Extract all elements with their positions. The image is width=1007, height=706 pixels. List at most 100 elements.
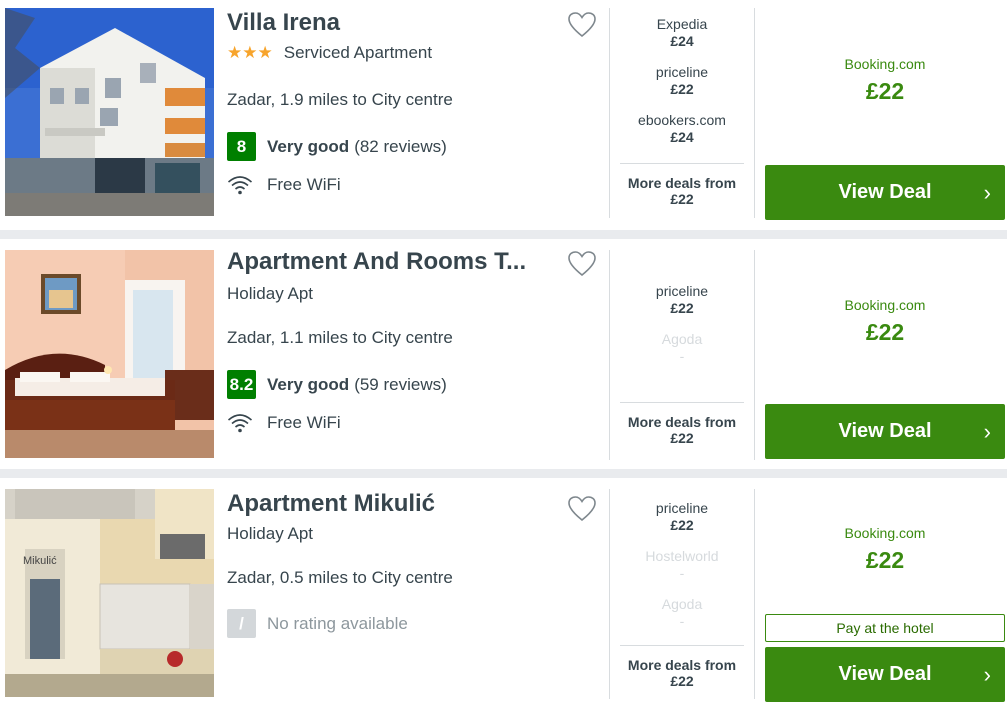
rating-label: No rating available — [267, 613, 408, 633]
amenity: Free WiFi — [227, 175, 341, 195]
deals-list: priceline £22 Agoda - — [620, 275, 744, 371]
rating-score-badge: 8.2 — [227, 370, 256, 399]
divider — [609, 250, 610, 460]
heart-icon[interactable] — [568, 12, 596, 38]
deal-price: £22 — [670, 300, 694, 316]
more-deals-price: £22 — [670, 673, 694, 689]
hotel-type: Holiday Apt — [227, 524, 313, 543]
more-deals-link[interactable]: More deals from £22 — [620, 645, 744, 689]
deal-item[interactable]: priceline £22 — [620, 492, 744, 540]
hotel-name[interactable]: Apartment Mikulić — [227, 490, 552, 518]
deal-item[interactable]: ebookers.com £24 — [620, 104, 744, 152]
heart-icon[interactable] — [568, 496, 596, 522]
hotel-subtitle: Holiday Apt — [227, 524, 313, 544]
rating-score-badge: 8 — [227, 132, 256, 161]
deal-provider: Agoda — [661, 596, 703, 612]
deal-provider: priceline — [655, 500, 709, 516]
view-deal-button[interactable]: View Deal › — [765, 165, 1005, 220]
deal-price: £24 — [670, 129, 694, 145]
main-price[interactable]: £22 — [765, 78, 1005, 105]
view-deal-label: View Deal — [838, 663, 932, 685]
chevron-right-icon: › — [983, 662, 991, 687]
deal-price: £22 — [670, 517, 694, 533]
deal-price: £24 — [670, 33, 694, 49]
hotel-card: Apartment And Rooms T... Holiday Apt Zad… — [0, 239, 1007, 469]
deal-item: Agoda - — [620, 323, 744, 371]
review-count: (59 reviews) — [354, 374, 447, 394]
divider — [754, 8, 755, 218]
hotel-location: Zadar, 1.1 miles to City centre — [227, 328, 453, 347]
deal-price: - — [679, 348, 685, 364]
deal-item: Agoda - — [620, 588, 744, 636]
hotel-subtitle: Holiday Apt — [227, 284, 313, 304]
wifi-icon — [227, 414, 253, 433]
rating-label: Very good — [267, 374, 350, 394]
hotel-location: Zadar, 1.9 miles to City centre — [227, 90, 453, 109]
pay-at-hotel-badge: Pay at the hotel — [765, 614, 1005, 642]
deals-list: Expedia £24 priceline £22 ebookers.com £… — [620, 8, 744, 152]
view-deal-label: View Deal — [838, 420, 932, 442]
hotel-card: Mikulić Apartment Mikulić Holiday Apt Za… — [0, 478, 1007, 706]
photo-sign-text: Mikulić — [23, 555, 57, 567]
deal-price: - — [679, 565, 685, 581]
amenity-label: Free WiFi — [267, 413, 341, 432]
hotel-photo[interactable]: Mikulić — [5, 489, 214, 697]
hotel-subtitle: ★★★ Serviced Apartment — [227, 43, 432, 63]
star-rating-icon: ★★★ — [227, 43, 273, 62]
deal-provider: Agoda — [661, 331, 703, 347]
hotel-card: Villa Irena ★★★ Serviced Apartment Zadar… — [0, 0, 1007, 230]
more-deals-label: More deals from — [627, 657, 737, 673]
hotel-photo-image: Mikulić — [5, 489, 214, 697]
deal-provider: ebookers.com — [638, 112, 726, 128]
divider — [754, 250, 755, 460]
hotel-location: Zadar, 0.5 miles to City centre — [227, 568, 453, 587]
main-provider[interactable]: Booking.com — [765, 56, 1005, 72]
hotel-photo[interactable] — [5, 250, 214, 458]
review-count: (82 reviews) — [354, 136, 447, 156]
main-price[interactable]: £22 — [765, 547, 1005, 574]
deal-provider: priceline — [655, 283, 709, 299]
deal-price: - — [679, 613, 685, 629]
amenity-label: Free WiFi — [267, 175, 341, 194]
more-deals-link[interactable]: More deals from £22 — [620, 163, 744, 207]
deal-provider: priceline — [655, 64, 709, 80]
divider — [609, 489, 610, 699]
deal-provider: Hostelworld — [645, 548, 719, 564]
deal-item[interactable]: Expedia £24 — [620, 8, 744, 56]
hotel-name[interactable]: Villa Irena — [227, 9, 552, 37]
rating-label: Very good — [267, 136, 350, 156]
divider — [609, 8, 610, 218]
wifi-icon — [227, 176, 253, 195]
rating: / No rating available — [227, 609, 408, 638]
hotel-photo-image — [5, 250, 214, 458]
rating[interactable]: 8 Very good (82 reviews) — [227, 132, 447, 161]
heart-icon[interactable] — [568, 251, 596, 277]
amenity: Free WiFi — [227, 413, 341, 433]
deal-provider: Expedia — [656, 16, 708, 32]
deal-item[interactable]: priceline £22 — [620, 275, 744, 323]
rating-score-badge: / — [227, 609, 256, 638]
more-deals-price: £22 — [670, 191, 694, 207]
hotel-type: Serviced Apartment — [283, 43, 433, 62]
rating[interactable]: 8.2 Very good (59 reviews) — [227, 370, 447, 399]
deal-item: Hostelworld - — [620, 540, 744, 588]
chevron-right-icon: › — [983, 419, 991, 444]
hotel-photo[interactable] — [5, 8, 214, 216]
deal-price: £22 — [670, 81, 694, 97]
more-deals-label: More deals from — [627, 175, 737, 191]
hotel-photo-image — [5, 8, 214, 216]
view-deal-button[interactable]: View Deal › — [765, 404, 1005, 459]
hotel-name[interactable]: Apartment And Rooms T... — [227, 248, 552, 276]
more-deals-label: More deals from — [627, 414, 737, 430]
more-deals-link[interactable]: More deals from £22 — [620, 402, 744, 446]
chevron-right-icon: › — [983, 180, 991, 205]
main-price[interactable]: £22 — [765, 319, 1005, 346]
main-provider[interactable]: Booking.com — [765, 525, 1005, 541]
view-deal-button[interactable]: View Deal › — [765, 647, 1005, 702]
divider — [754, 489, 755, 699]
main-provider[interactable]: Booking.com — [765, 297, 1005, 313]
deal-item[interactable]: priceline £22 — [620, 56, 744, 104]
hotel-type: Holiday Apt — [227, 284, 313, 303]
view-deal-label: View Deal — [838, 181, 932, 203]
more-deals-price: £22 — [670, 430, 694, 446]
